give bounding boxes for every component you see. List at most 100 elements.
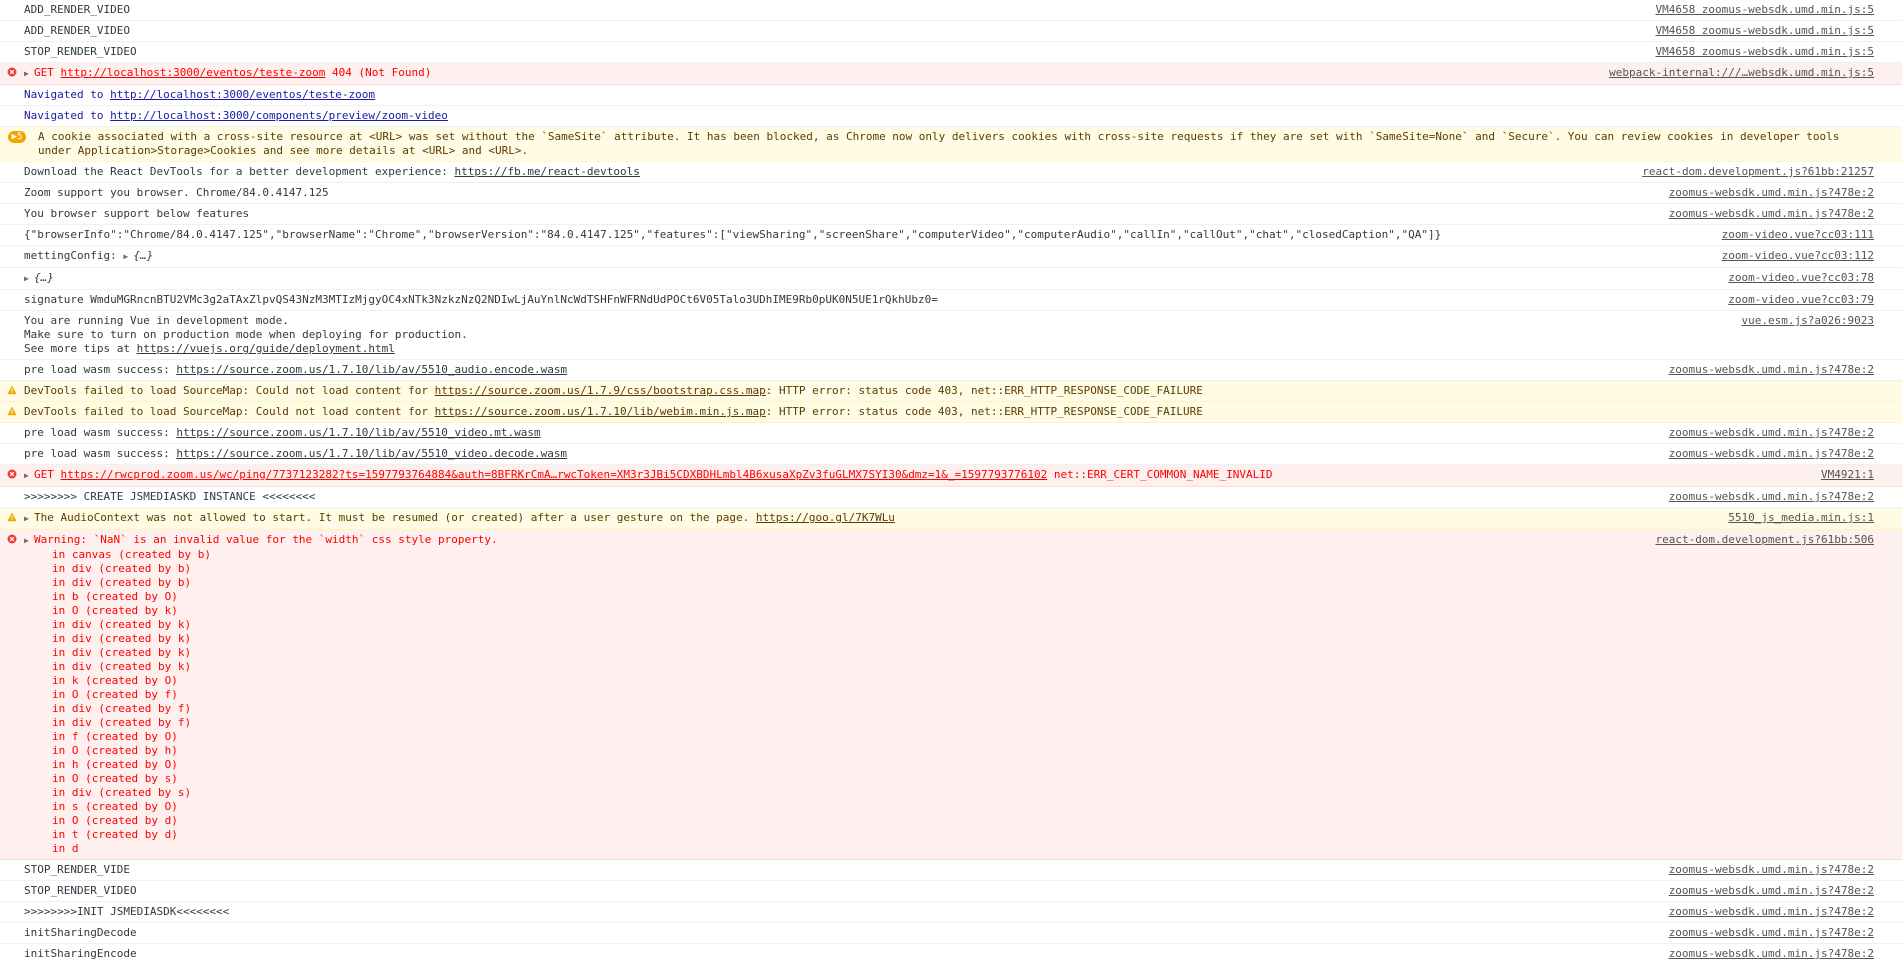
console-row-navigation: Navigated to http://localhost:3000/event… — [0, 85, 1902, 106]
log-message: Download the React DevTools for a better… — [24, 165, 455, 178]
source-link[interactable]: VM4658 zoomus-websdk.umd.min.js:5 — [1655, 24, 1874, 38]
console-row-warning: ▶ The AudioContext was not allowed to sta… — [0, 508, 1902, 530]
source-link[interactable]: VM4658 zoomus-websdk.umd.min.js:5 — [1655, 45, 1874, 59]
request-status: net::ERR_CERT_COMMON_NAME_INVALID — [1053, 468, 1273, 481]
log-message: signature WmduMGRncnBTU2VMc3g2aTAxZlpvQS… — [24, 293, 938, 306]
log-message: mettingConfig: — [24, 249, 124, 262]
sourcemap-url-link[interactable]: https://source.zoom.us/1.7.10/lib/webim.… — [435, 405, 766, 418]
row-gutter — [0, 905, 24, 906]
repeat-count: 5 — [17, 132, 23, 142]
expand-triangle-icon[interactable]: ▶ — [24, 272, 34, 286]
row-gutter — [0, 863, 24, 864]
source-link[interactable]: zoomus-websdk.umd.min.js?478e:2 — [1669, 207, 1874, 221]
expand-triangle-icon[interactable]: ▶ — [24, 469, 34, 483]
source-link[interactable]: vue.esm.js?a026:9023 — [1742, 314, 1874, 328]
console-row: pre load wasm success: https://source.zo… — [0, 444, 1902, 465]
error-message: Warning: `NaN` is an invalid value for t… — [34, 533, 498, 546]
source-link[interactable]: zoomus-websdk.umd.min.js?478e:2 — [1669, 863, 1874, 877]
source-link[interactable]: zoom-video.vue?cc03:79 — [1728, 293, 1874, 307]
row-gutter — [0, 926, 24, 927]
row-gutter — [0, 109, 24, 110]
request-method: GET — [34, 66, 54, 79]
source-link[interactable]: zoomus-websdk.umd.min.js?478e:2 — [1669, 447, 1874, 461]
navigation-url-link[interactable]: http://localhost:3000/eventos/teste-zoom — [110, 88, 375, 101]
log-message: You browser support below features — [24, 207, 250, 220]
source-link[interactable]: zoomus-websdk.umd.min.js?478e:2 — [1669, 905, 1874, 919]
console-row: Zoom support you browser. Chrome/84.0.41… — [0, 183, 1902, 204]
source-link[interactable]: 5510_js_media.min.js:1 — [1728, 511, 1874, 525]
sourcemap-url-link[interactable]: https://source.zoom.us/1.7.9/css/bootstr… — [435, 384, 766, 397]
warning-icon — [0, 511, 24, 522]
expand-triangle-icon[interactable]: ▶ — [24, 534, 34, 548]
log-message: STOP_RENDER_VIDEO — [24, 45, 137, 58]
source-link[interactable]: zoomus-websdk.umd.min.js?478e:2 — [1669, 363, 1874, 377]
source-link[interactable]: react-dom.development.js?61bb:506 — [1655, 533, 1874, 547]
source-link[interactable]: zoomus-websdk.umd.min.js?478e:2 — [1669, 926, 1874, 940]
console-row: STOP_RENDER_VIDEO zoomus-websdk.umd.min.… — [0, 881, 1902, 902]
source-link[interactable]: zoomus-websdk.umd.min.js?478e:2 — [1669, 947, 1874, 960]
console-row: You are running Vue in development mode.… — [0, 311, 1902, 360]
request-url-link[interactable]: https://rwcprod.zoom.us/wc/ping/77371232… — [61, 468, 1048, 481]
console-panel: ADD_RENDER_VIDEO VM4658 zoomus-websdk.um… — [0, 0, 1902, 960]
expand-triangle-icon[interactable]: ▶ — [123, 250, 133, 264]
warning-message: DevTools failed to load SourceMap: Could… — [24, 384, 435, 397]
source-link[interactable]: zoomus-websdk.umd.min.js?478e:2 — [1669, 884, 1874, 898]
error-icon — [0, 468, 24, 479]
row-gutter — [0, 447, 24, 448]
row-gutter — [0, 3, 24, 4]
log-message: Zoom support you browser. Chrome/84.0.41… — [24, 186, 329, 199]
log-message: pre load wasm success: — [24, 363, 177, 376]
row-gutter — [0, 884, 24, 885]
expand-triangle-icon[interactable]: ▶ — [24, 512, 34, 526]
console-row: STOP_RENDER_VIDEO VM4658 zoomus-websdk.u… — [0, 42, 1902, 63]
navigation-url-link[interactable]: http://localhost:3000/components/preview… — [110, 109, 448, 122]
devtools-link[interactable]: https://fb.me/react-devtools — [454, 165, 639, 178]
console-row-warning: ▶5 A cookie associated with a cross-site… — [0, 127, 1902, 162]
log-message: ADD_RENDER_VIDEO — [24, 3, 130, 16]
console-row: {"browserInfo":"Chrome/84.0.4147.125","b… — [0, 225, 1902, 246]
wasm-url-link[interactable]: https://source.zoom.us/1.7.10/lib/av/551… — [176, 363, 567, 376]
log-message: ADD_RENDER_VIDEO — [24, 24, 130, 37]
row-gutter — [0, 293, 24, 294]
row-gutter — [0, 88, 24, 89]
source-link[interactable]: VM4658 zoomus-websdk.umd.min.js:5 — [1655, 3, 1874, 17]
row-gutter — [0, 24, 24, 25]
source-link[interactable]: VM4921:1 — [1821, 468, 1874, 482]
console-row: mettingConfig: ▶ {…} zoom-video.vue?cc03:… — [0, 246, 1902, 268]
console-row-error: ▶ GET http://localhost:3000/eventos/teste… — [0, 63, 1902, 85]
warning-suffix: : HTTP error: status code 403, net::ERR_… — [765, 384, 1203, 397]
object-preview[interactable]: {…} — [133, 249, 153, 262]
expand-triangle-icon[interactable]: ▶ — [24, 67, 34, 81]
log-message: initSharingEncode — [24, 947, 137, 960]
console-row: signature WmduMGRncnBTU2VMc3g2aTAxZlpvQS… — [0, 290, 1902, 311]
source-link[interactable]: zoomus-websdk.umd.min.js?478e:2 — [1669, 490, 1874, 504]
source-link[interactable]: zoomus-websdk.umd.min.js?478e:2 — [1669, 426, 1874, 440]
source-link[interactable]: zoom-video.vue?cc03:111 — [1722, 228, 1874, 242]
console-row: initSharingDecode zoomus-websdk.umd.min.… — [0, 923, 1902, 944]
source-link[interactable]: zoomus-websdk.umd.min.js?478e:2 — [1669, 186, 1874, 200]
goo-gl-link[interactable]: https://goo.gl/7K7WLu — [756, 511, 895, 524]
request-method: GET — [34, 468, 54, 481]
source-link[interactable]: webpack-internal:///…websdk.umd.min.js:5 — [1609, 66, 1874, 80]
warning-message: A cookie associated with a cross-site re… — [38, 130, 1846, 157]
source-link[interactable]: zoom-video.vue?cc03:78 — [1728, 271, 1874, 285]
object-preview[interactable]: {…} — [34, 271, 54, 284]
console-row: ADD_RENDER_VIDEO VM4658 zoomus-websdk.um… — [0, 0, 1902, 21]
row-gutter — [0, 490, 24, 491]
console-row-navigation: Navigated to http://localhost:3000/compo… — [0, 106, 1902, 127]
wasm-url-link[interactable]: https://source.zoom.us/1.7.10/lib/av/551… — [176, 447, 567, 460]
vue-docs-link[interactable]: https://vuejs.org/guide/deployment.html — [137, 342, 395, 355]
error-icon — [0, 66, 24, 77]
console-row: STOP_RENDER_VIDE zoomus-websdk.umd.min.j… — [0, 860, 1902, 881]
row-gutter — [0, 207, 24, 208]
wasm-url-link[interactable]: https://source.zoom.us/1.7.10/lib/av/551… — [176, 426, 540, 439]
console-row-warning: DevTools failed to load SourceMap: Could… — [0, 402, 1902, 423]
console-row: >>>>>>>> CREATE JSMEDIASKD INSTANCE <<<<… — [0, 487, 1902, 508]
request-status: 404 (Not Found) — [332, 66, 432, 79]
navigated-label: Navigated to — [24, 88, 104, 101]
console-row: You browser support below features zoomu… — [0, 204, 1902, 225]
log-message: {"browserInfo":"Chrome/84.0.4147.125","b… — [24, 228, 1442, 241]
source-link[interactable]: react-dom.development.js?61bb:21257 — [1642, 165, 1874, 179]
source-link[interactable]: zoom-video.vue?cc03:112 — [1722, 249, 1874, 263]
request-url-link[interactable]: http://localhost:3000/eventos/teste-zoom — [61, 66, 326, 79]
